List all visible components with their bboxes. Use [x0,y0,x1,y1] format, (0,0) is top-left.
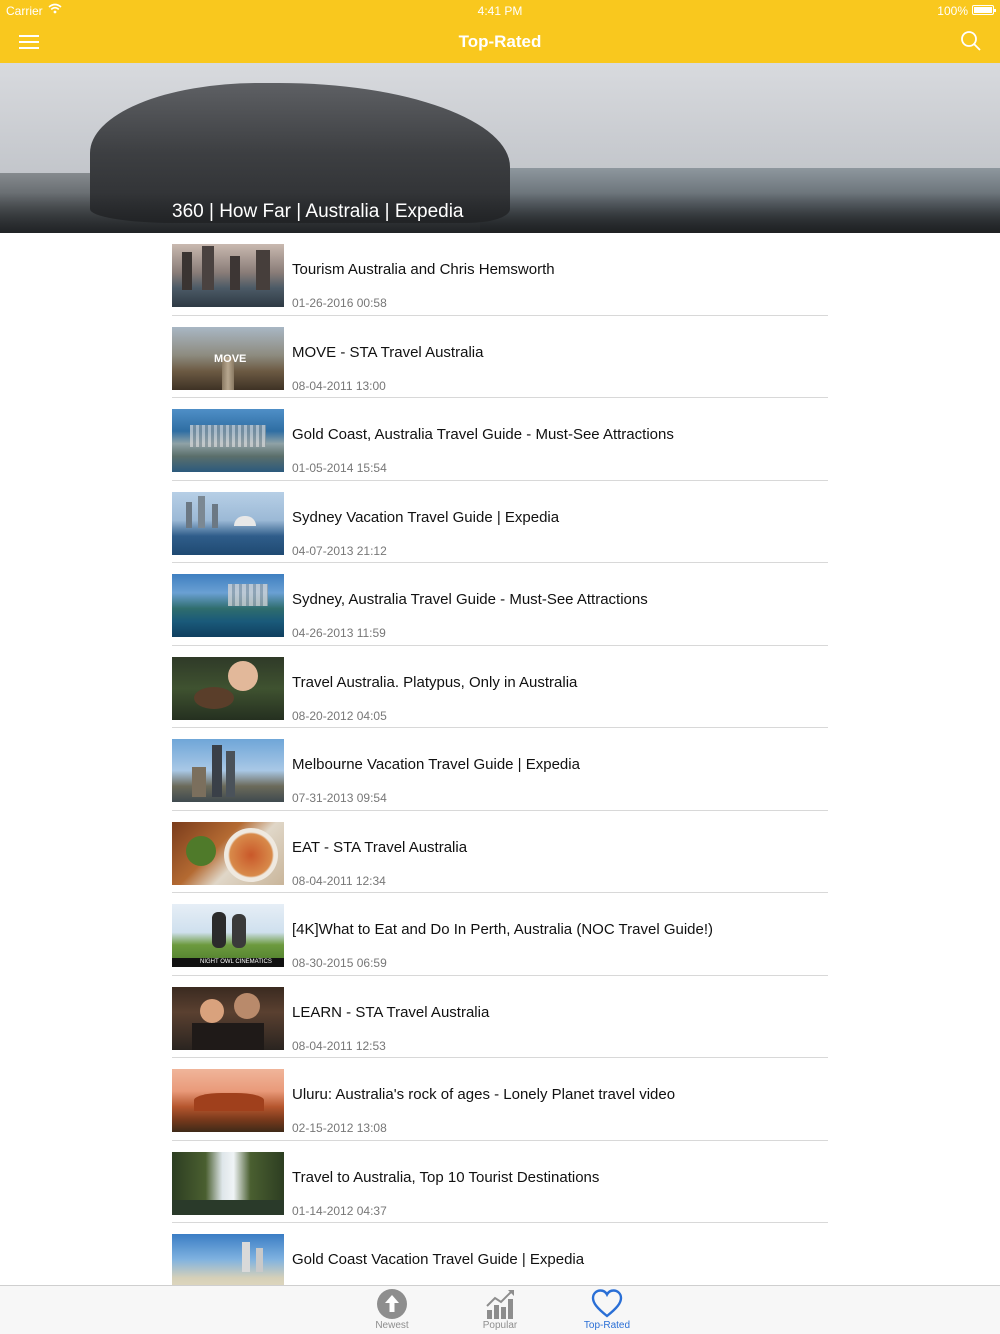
video-date: 01-05-2014 15:54 [292,461,387,475]
tab-top-rated[interactable]: Top-Rated [567,1286,647,1334]
video-date: 08-04-2011 13:00 [292,378,386,393]
video-title: [4K]What to Eat and Do In Perth, Austral… [292,921,714,938]
video-date: 08-04-2011 12:53 [292,1038,386,1053]
video-title: Travel Australia. Platypus, Only in Aust… [292,673,578,691]
tab-label: Newest [375,1320,409,1331]
heart-icon [591,1289,623,1318]
tab-label: Top-Rated [583,1320,631,1331]
video-thumbnail [172,1151,284,1215]
video-title: Uluru: Australia's rock of ages - Lonely… [292,1086,676,1103]
video-thumbnail [172,491,284,555]
status-time: 4:41 PM [477,4,523,18]
video-date: 08-20-2012 04:05 [292,708,387,723]
video-date: 04-07-2013 21:12 [292,543,387,558]
page-title: Top-Rated [458,32,542,51]
video-thumbnail [172,574,284,637]
video-thumbnail [172,821,284,885]
video-thumbnail: NIGHT OWL CINEMATICS [172,904,284,967]
video-date: 01-26-2016 00:58 [292,296,387,310]
video-title: Travel to Australia, Top 10 Tourist Dest… [292,1168,600,1186]
video-row[interactable]: Sydney Vacation Travel Guide | Expedia 0… [172,481,828,563]
video-row[interactable]: Sydney, Australia Travel Guide - Must-Se… [172,563,828,646]
video-thumbnail [172,409,284,472]
video-row[interactable]: Uluru: Australia's rock of ages - Lonely… [172,1058,828,1141]
tab-popular[interactable]: Popular [460,1286,540,1334]
bar-chart-icon [486,1290,514,1319]
video-title: Gold Coast, Australia Travel Guide - Mus… [292,426,674,443]
arrow-up-circle-icon [377,1289,407,1319]
thumbnail-text: MOVE [214,352,247,365]
video-thumbnail [172,244,284,307]
video-row[interactable]: MOVE MOVE - STA Travel Australia 08-04-2… [172,316,828,398]
video-thumbnail [172,656,284,720]
video-title: Sydney Vacation Travel Guide | Expedia [292,508,560,526]
video-list: Tourism Australia and Chris Hemsworth 01… [172,233,828,1306]
battery-percent: 100% [937,4,968,18]
video-thumbnail [172,1069,284,1132]
video-date: 01-14-2012 04:37 [292,1203,387,1218]
video-title: EAT - STA Travel Australia [292,838,468,856]
tab-bar: Newest Popular Top-Rated [0,1285,1000,1334]
video-row[interactable]: Travel to Australia, Top 10 Tourist Dest… [172,1141,828,1223]
video-row[interactable]: EAT - STA Travel Australia 08-04-2011 12… [172,811,828,893]
video-row[interactable]: Melbourne Vacation Travel Guide | Expedi… [172,728,828,811]
video-row[interactable]: Gold Coast, Australia Travel Guide - Mus… [172,398,828,481]
thumbnail-banner: NIGHT OWL CINEMATICS [172,958,284,967]
video-title: Gold Coast Vacation Travel Guide | Exped… [292,1251,585,1268]
video-thumbnail: MOVE [172,326,284,390]
video-date: 08-30-2015 06:59 [292,956,387,970]
video-title: Melbourne Vacation Travel Guide | Expedi… [292,756,580,773]
search-icon[interactable] [958,28,984,54]
video-thumbnail [172,986,284,1050]
video-row[interactable]: Tourism Australia and Chris Hemsworth 01… [172,233,828,316]
video-thumbnail [172,739,284,802]
video-title: Tourism Australia and Chris Hemsworth [292,261,555,278]
video-row[interactable]: NIGHT OWL CINEMATICS [4K]What to Eat and… [172,893,828,976]
navigation-bar: Top-Rated [0,20,1000,63]
featured-video-title: 360 | How Far | Australia | Expedia [172,201,464,222]
video-title: Sydney, Australia Travel Guide - Must-Se… [292,591,648,608]
tab-label: Popular [482,1320,518,1331]
hero-shore [0,193,1000,233]
featured-video[interactable]: 360 | How Far | Australia | Expedia [0,63,1000,233]
video-row[interactable]: LEARN - STA Travel Australia 08-04-2011 … [172,976,828,1058]
video-date: 04-26-2013 11:59 [292,626,386,640]
battery-icon [972,5,996,15]
video-date: 08-04-2011 12:34 [292,873,386,888]
video-title: MOVE - STA Travel Australia [292,343,484,361]
video-date: 02-15-2012 13:08 [292,1121,387,1135]
status-bar: Carrier 4:41 PM 100% [0,0,1000,20]
video-title: LEARN - STA Travel Australia [292,1003,490,1021]
top-bar: Carrier 4:41 PM 100% Top-Rated [0,0,1000,63]
video-row[interactable]: Travel Australia. Platypus, Only in Aust… [172,646,828,728]
video-date: 07-31-2013 09:54 [292,791,387,805]
tab-newest[interactable]: Newest [352,1286,432,1334]
